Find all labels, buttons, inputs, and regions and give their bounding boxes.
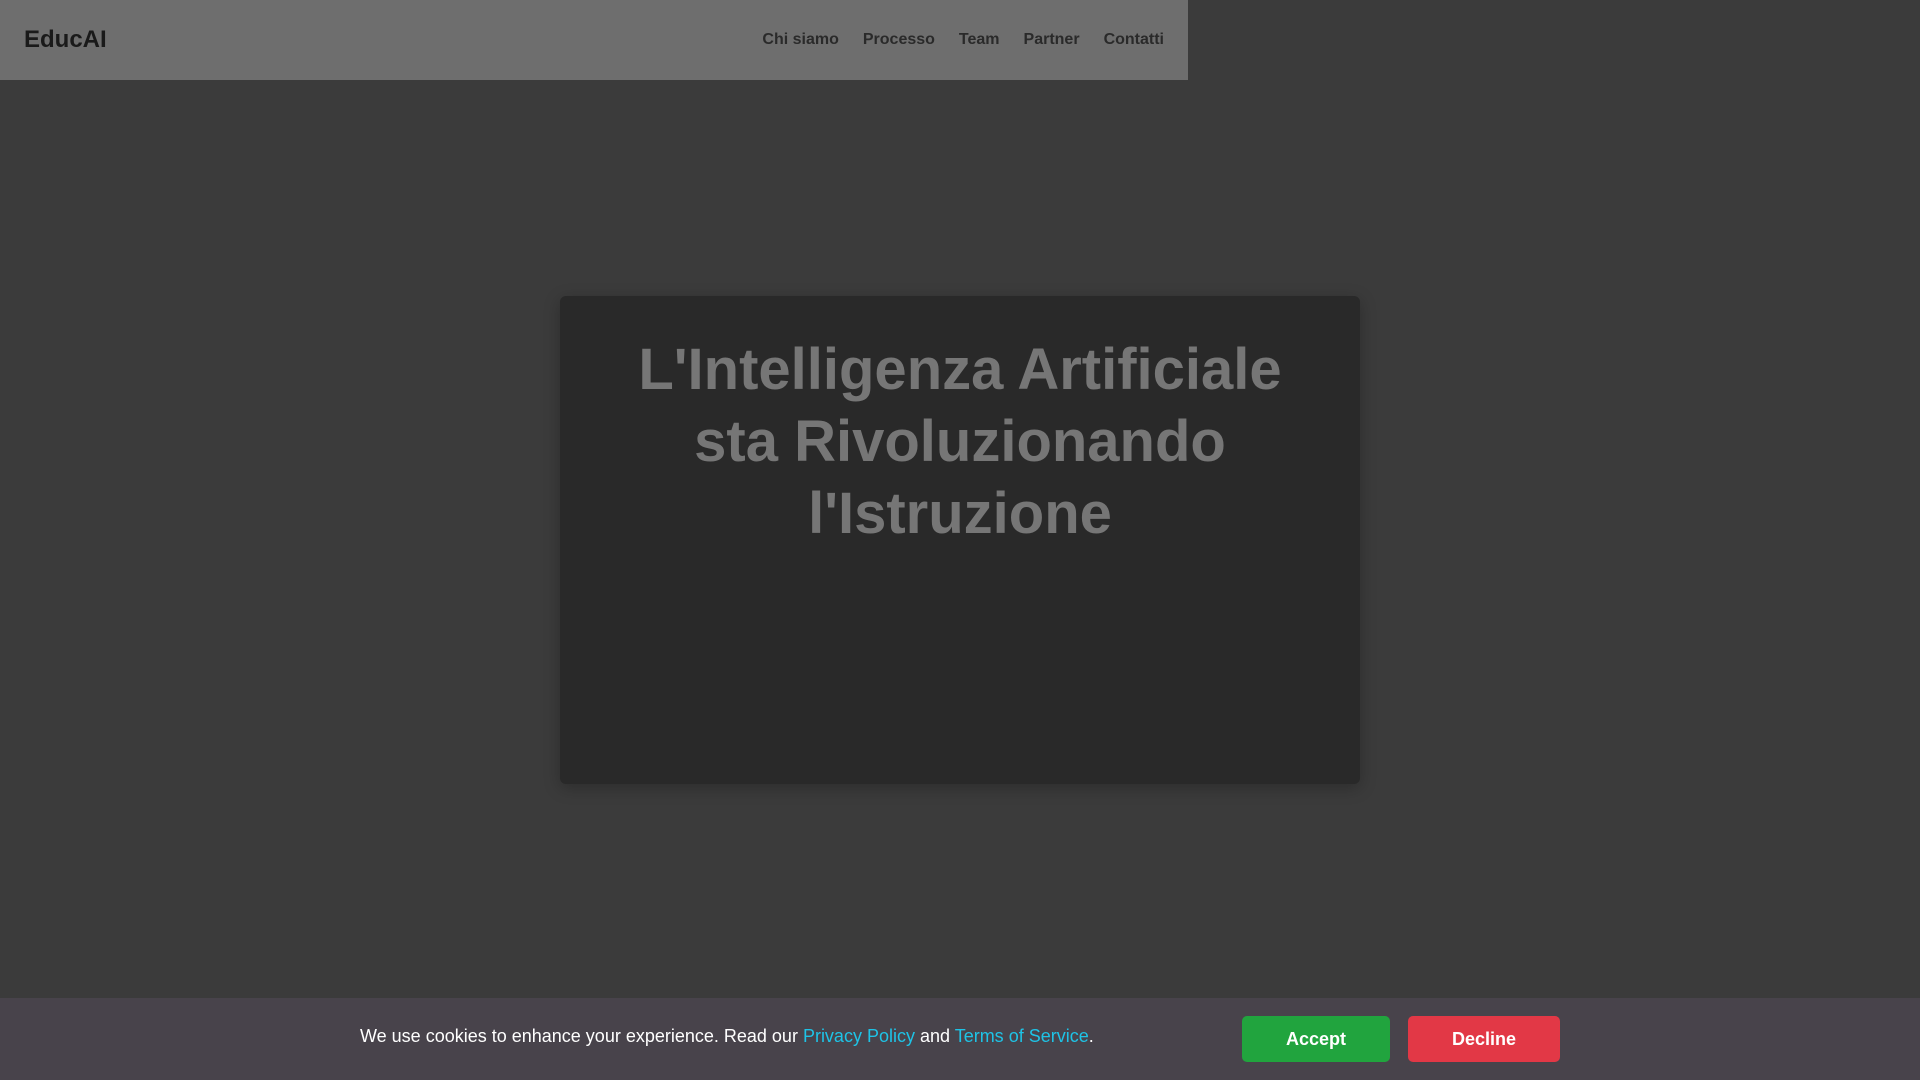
cookie-text-mid: and bbox=[914, 1026, 955, 1046]
hero-title-line: l'Istruzione bbox=[808, 481, 1112, 546]
hero-card: L'Intelligenza Artificiale sta Rivoluzio… bbox=[560, 296, 1360, 784]
hero-title: L'Intelligenza Artificiale sta Rivoluzio… bbox=[600, 334, 1320, 550]
hero-title-line: L'Intelligenza Artificiale bbox=[638, 337, 1282, 402]
terms-of-service-link[interactable]: Terms of Service bbox=[955, 1026, 1089, 1046]
nav-link-team[interactable]: Team bbox=[959, 31, 1000, 49]
cookie-text-before: We use cookies to enhance your experienc… bbox=[360, 1026, 803, 1046]
nav-link-processo[interactable]: Processo bbox=[863, 31, 935, 49]
navbar: EducAI Chi siamo Processo Team Partner C… bbox=[0, 0, 1188, 80]
nav-links: Chi siamo Processo Team Partner Contatti bbox=[762, 31, 1164, 49]
decline-button[interactable]: Decline bbox=[1408, 1016, 1560, 1062]
cookie-message: We use cookies to enhance your experienc… bbox=[360, 1026, 1094, 1047]
nav-link-contatti[interactable]: Contatti bbox=[1104, 31, 1164, 49]
cookie-banner: We use cookies to enhance your experienc… bbox=[0, 998, 1920, 1080]
nav-link-partner[interactable]: Partner bbox=[1024, 31, 1080, 49]
accept-button[interactable]: Accept bbox=[1242, 1016, 1390, 1062]
cookie-text-end: . bbox=[1088, 1026, 1094, 1046]
brand-logo[interactable]: EducAI bbox=[24, 26, 107, 54]
nav-link-chi-siamo[interactable]: Chi siamo bbox=[762, 31, 838, 49]
privacy-policy-link[interactable]: Privacy Policy bbox=[803, 1026, 915, 1046]
hero-title-line: sta Rivoluzionando bbox=[694, 409, 1226, 474]
